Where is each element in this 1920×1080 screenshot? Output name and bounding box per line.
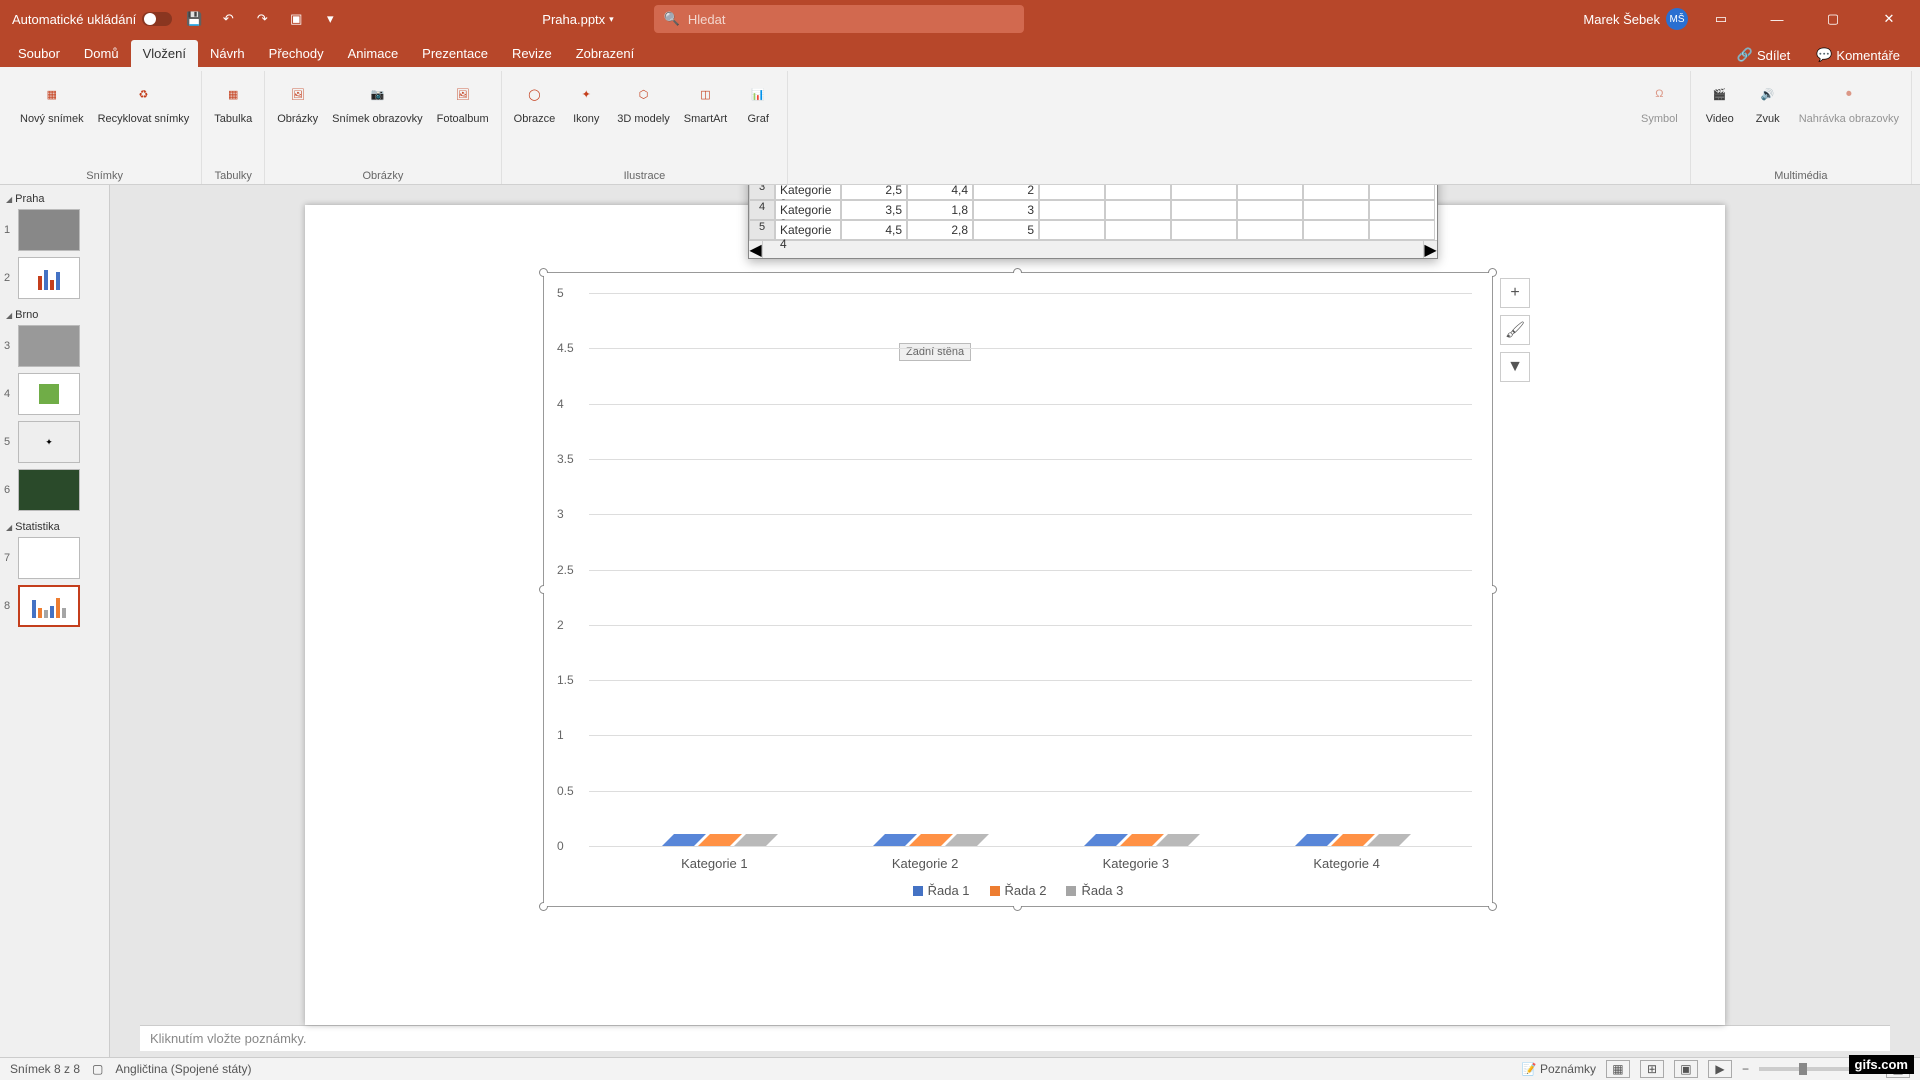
- slide-thumb-2[interactable]: [18, 257, 80, 299]
- tab-soubor[interactable]: Soubor: [6, 40, 72, 67]
- shapes-button[interactable]: ◯Obrazce: [510, 75, 560, 127]
- section-statistika[interactable]: Statistika: [4, 517, 105, 537]
- audio-button[interactable]: 🔊Zvuk: [1747, 75, 1789, 127]
- filename[interactable]: Praha.pptx ▾: [542, 12, 613, 27]
- status-bar: Snímek 8 z 8 ▢ Angličtina (Spojené státy…: [0, 1057, 1920, 1080]
- slide-thumb-4[interactable]: [18, 373, 80, 415]
- undo-icon[interactable]: ↶: [216, 7, 240, 31]
- search-box[interactable]: 🔍: [654, 5, 1024, 33]
- search-icon: 🔍: [664, 11, 680, 27]
- chart-plot: Zadní stěna 00.511.522.533.544.55Kategor…: [589, 293, 1472, 846]
- chart-legend: Řada 1Řada 2Řada 3: [544, 883, 1492, 898]
- tab-zobrazeni[interactable]: Zobrazení: [564, 40, 647, 67]
- photoalbum-button[interactable]: 🖼Fotoalbum: [433, 75, 493, 127]
- excel-scrollbar[interactable]: ◀ ▶: [749, 240, 1437, 258]
- title-bar: Automatické ukládání 💾 ↶ ↷ ▣ ▾ Praha.ppt…: [0, 0, 1920, 38]
- tab-prezentace[interactable]: Prezentace: [410, 40, 500, 67]
- slide: 💾 ↶ ↷ ▦ Graf v aplikaci Microsoft PowerP…: [305, 205, 1725, 1025]
- reuse-slides-button[interactable]: ♻Recyklovat snímky: [94, 75, 194, 127]
- excel-data-window[interactable]: 💾 ↶ ↷ ▦ Graf v aplikaci Microsoft PowerP…: [748, 185, 1438, 259]
- new-slide-button[interactable]: ▦Nový snímek: [16, 75, 88, 127]
- screenrec-button[interactable]: ⏺Nahrávka obrazovky: [1795, 75, 1903, 127]
- slide-canvas[interactable]: 💾 ↶ ↷ ▦ Graf v aplikaci Microsoft PowerP…: [110, 185, 1920, 1057]
- group-label-ilustrace: Ilustrace: [624, 170, 666, 184]
- share-button[interactable]: 🔗 Sdílet: [1729, 43, 1798, 67]
- section-brno[interactable]: Brno: [4, 305, 105, 325]
- qat-more-icon[interactable]: ▾: [318, 7, 342, 31]
- screenshot-button[interactable]: 📷Snímek obrazovky: [328, 75, 426, 127]
- group-label-snimky: Snímky: [86, 170, 123, 184]
- tab-domu[interactable]: Domů: [72, 40, 131, 67]
- slide-thumb-3[interactable]: [18, 325, 80, 367]
- tab-revize[interactable]: Revize: [500, 40, 564, 67]
- tab-vlozeni[interactable]: Vložení: [131, 40, 198, 67]
- status-language[interactable]: Angličtina (Spojené státy): [115, 1062, 251, 1076]
- zoom-slider[interactable]: [1759, 1067, 1859, 1071]
- pictures-button[interactable]: 🖼Obrázky: [273, 75, 322, 127]
- gifs-badge: gifs.com: [1849, 1055, 1914, 1074]
- ribbon-options-icon[interactable]: ▭: [1698, 0, 1744, 38]
- group-label-tabulky: Tabulky: [215, 170, 252, 184]
- maximize-icon[interactable]: ▢: [1810, 0, 1856, 38]
- ribbon: ▦Nový snímek ♻Recyklovat snímky Snímky ▦…: [0, 67, 1920, 185]
- video-button[interactable]: 🎬Video: [1699, 75, 1741, 127]
- symbol-button[interactable]: ΩSymbol: [1637, 75, 1682, 127]
- group-label-multimedia: Multimédia: [1774, 170, 1827, 184]
- view-normal-icon[interactable]: ▦: [1606, 1060, 1630, 1078]
- section-praha[interactable]: Praha: [4, 189, 105, 209]
- slideshow-icon[interactable]: ▣: [284, 7, 308, 31]
- user-account[interactable]: Marek Šebek MŠ: [1583, 8, 1688, 30]
- status-slide-count: Snímek 8 z 8: [10, 1062, 80, 1076]
- chart-filter-icon[interactable]: ▼: [1500, 352, 1530, 382]
- tab-animace[interactable]: Animace: [336, 40, 411, 67]
- tab-navrh[interactable]: Návrh: [198, 40, 257, 67]
- chart-add-element-icon[interactable]: +: [1500, 278, 1530, 308]
- search-input[interactable]: [688, 12, 1014, 27]
- slide-thumb-5[interactable]: ✦: [18, 421, 80, 463]
- chart-styles-icon[interactable]: 🖌: [1500, 315, 1530, 345]
- slide-thumb-1[interactable]: [18, 209, 80, 251]
- notes-pane[interactable]: Kliknutím vložte poznámky.: [140, 1025, 1890, 1051]
- user-name: Marek Šebek: [1583, 12, 1660, 27]
- ribbon-tabs: Soubor Domů Vložení Návrh Přechody Anima…: [0, 38, 1920, 67]
- table-button[interactable]: ▦Tabulka: [210, 75, 256, 127]
- view-sorter-icon[interactable]: ⊞: [1640, 1060, 1664, 1078]
- avatar: MŠ: [1666, 8, 1688, 30]
- close-icon[interactable]: ✕: [1866, 0, 1912, 38]
- autosave-label: Automatické ukládání: [12, 12, 136, 27]
- chart-object[interactable]: Zadní stěna 00.511.522.533.544.55Kategor…: [543, 272, 1493, 907]
- tab-prechody[interactable]: Přechody: [257, 40, 336, 67]
- comments-button[interactable]: 💬 Komentáře: [1808, 43, 1908, 67]
- minimize-icon[interactable]: —: [1754, 0, 1800, 38]
- thumbnail-panel: Praha 1 2 Brno 3 4 5✦ 6 Statistika 7 8: [0, 185, 110, 1057]
- slide-thumb-6[interactable]: [18, 469, 80, 511]
- zoom-out-icon[interactable]: −: [1742, 1062, 1749, 1076]
- notes-toggle[interactable]: 📝 Poznámky: [1522, 1062, 1596, 1076]
- smartart-button[interactable]: ◫SmartArt: [680, 75, 731, 127]
- view-reading-icon[interactable]: ▣: [1674, 1060, 1698, 1078]
- redo-icon[interactable]: ↷: [250, 7, 274, 31]
- slide-thumb-7[interactable]: [18, 537, 80, 579]
- group-label-obrazky: Obrázky: [362, 170, 403, 184]
- autosave-toggle[interactable]: Automatické ukládání: [12, 12, 172, 27]
- view-slideshow-icon[interactable]: ▶: [1708, 1060, 1732, 1078]
- 3dmodels-button[interactable]: ⬡3D modely: [613, 75, 674, 127]
- excel-grid[interactable]: ABCDEFGHIJ1Řada 1Řada 2Řada 32Kategorie …: [749, 185, 1437, 240]
- slide-thumb-8[interactable]: [18, 585, 80, 627]
- chart-button[interactable]: 📊Graf: [737, 75, 779, 127]
- save-icon[interactable]: 💾: [182, 7, 206, 31]
- icons-button[interactable]: ✦Ikony: [565, 75, 607, 127]
